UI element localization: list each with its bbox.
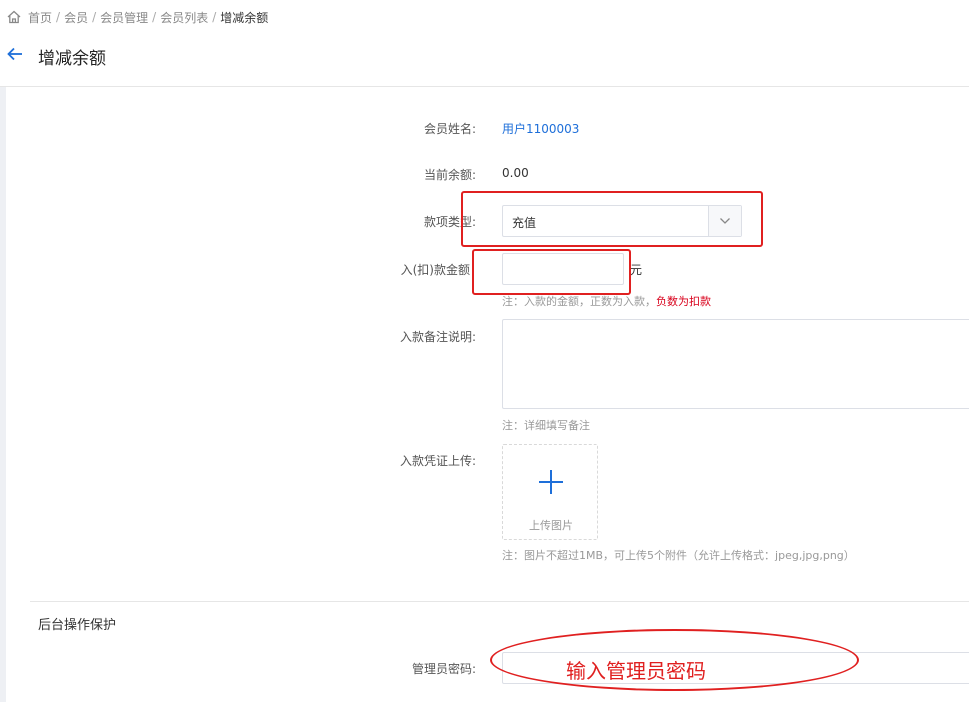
protection-section-title: 后台操作保护: [38, 618, 117, 633]
upload-label: 入款凭证上传:: [399, 454, 476, 468]
upload-image-label: 上传图片: [529, 519, 573, 532]
home-icon[interactable]: [6, 9, 22, 25]
page-title: 增减余额: [38, 49, 106, 69]
header-divider: [0, 86, 969, 87]
amount-note-text: 注：入款的金额，正数为入款，: [502, 295, 656, 308]
type-label: 款项类型:: [423, 215, 476, 229]
breadcrumb-member-management[interactable]: 会员管理: [100, 9, 148, 26]
amount-note: 注：入款的金额，正数为入款，负数为扣款: [502, 293, 711, 309]
breadcrumb: 首页 / 会员 / 会员管理 / 会员列表 / 增减余额: [6, 8, 268, 26]
breadcrumb-member[interactable]: 会员: [64, 9, 88, 26]
password-input[interactable]: [502, 652, 969, 684]
type-select-value: 充值: [512, 216, 537, 230]
remark-note: 注：详细填写备注: [502, 419, 590, 432]
remark-textarea[interactable]: [502, 319, 969, 409]
balance-value: 0.00: [502, 166, 529, 180]
left-edge-strip: [0, 87, 6, 702]
breadcrumb-home[interactable]: 首页: [28, 9, 52, 26]
breadcrumb-separator: /: [92, 10, 97, 24]
member-name-link[interactable]: 用户1100003: [502, 120, 579, 137]
type-select[interactable]: 充值: [502, 205, 742, 237]
title-bar: 增减余额: [0, 36, 969, 76]
balance-label: 当前余额:: [423, 168, 476, 182]
password-label: 管理员密码:: [411, 662, 476, 676]
upload-note: 注：图片不超过1MB，可上传5个附件（允许上传格式：jpeg,jpg,png）: [502, 549, 855, 562]
breadcrumb-separator: /: [152, 10, 157, 24]
member-name-label: 会员姓名:: [423, 122, 476, 136]
amount-unit: 元: [630, 263, 643, 277]
plus-icon: [539, 470, 563, 494]
breadcrumb-separator: /: [56, 10, 61, 24]
arrow-left-icon[interactable]: [6, 45, 24, 63]
amount-input[interactable]: [502, 253, 624, 285]
breadcrumb-separator: /: [212, 10, 217, 24]
amount-note-highlight: 负数为扣款: [656, 295, 711, 308]
chevron-down-icon[interactable]: [708, 206, 741, 236]
breadcrumb-member-list[interactable]: 会员列表: [160, 9, 208, 26]
amount-label: 入(扣)款金额: [400, 263, 470, 277]
breadcrumb-current: 增减余额: [220, 10, 269, 25]
upload-image-button[interactable]: 上传图片: [502, 444, 598, 540]
remark-label: 入款备注说明:: [399, 330, 476, 344]
section-divider: [30, 601, 969, 602]
